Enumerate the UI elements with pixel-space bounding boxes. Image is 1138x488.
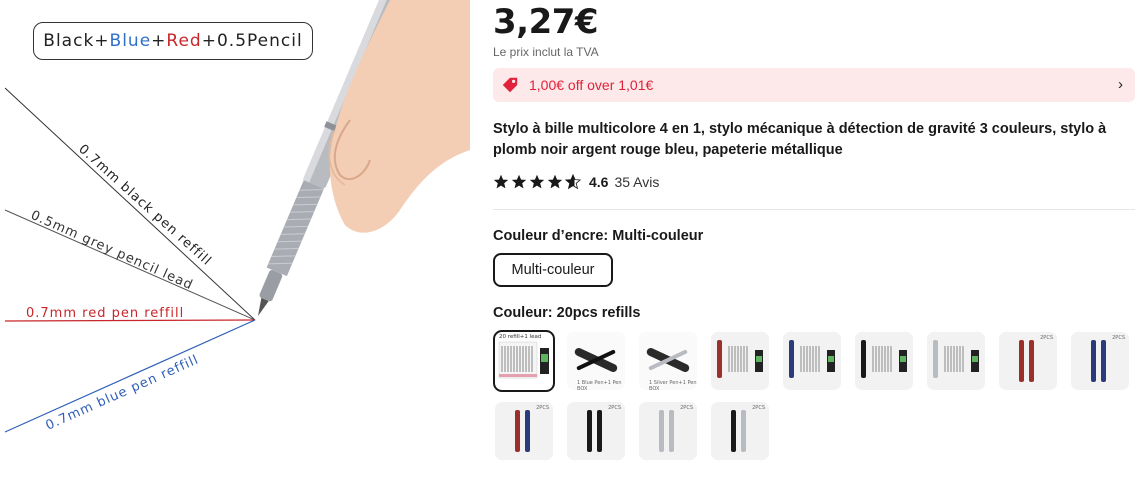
- variant-thumb-2pcs-blue[interactable]: 2PCS: [1071, 332, 1129, 390]
- review-count[interactable]: 35 Avis: [614, 174, 659, 190]
- badge-red: Red: [166, 31, 202, 51]
- ink-colors-badge: Black + Blue + Red +0.5Pencil: [33, 22, 313, 60]
- pen-illustration: 0.7mm black pen reffill 0.5mm grey penci…: [4, 0, 470, 434]
- thumb-caption: 1 Blue Pen+1 Pen BOX: [577, 380, 622, 390]
- star-rating: [493, 174, 581, 190]
- variant-thumb-red-refills[interactable]: [711, 332, 769, 390]
- badge-plus: +: [94, 31, 110, 51]
- tag-icon: [502, 77, 518, 93]
- badge-blue: Blue: [109, 31, 152, 51]
- thumb-caption: 2PCS: [536, 405, 549, 411]
- coupon-banner[interactable]: 1,00€ off over 1,01€ ›: [493, 68, 1135, 102]
- thumb-caption: 2PCS: [1112, 335, 1125, 341]
- callout-line-black: [4, 87, 256, 321]
- callout-blue-label: 0.7mm blue pen reffill: [44, 352, 202, 433]
- chevron-right-icon: ›: [1118, 76, 1123, 93]
- thumb-caption: 2PCS: [680, 405, 693, 411]
- product-title: Stylo à bille multicolore 4 en 1, stylo …: [493, 121, 1107, 158]
- product-main-image[interactable]: 0.7mm black pen reffill 0.5mm grey penci…: [0, 0, 470, 488]
- vat-note: Le prix inclut la TVA: [493, 45, 599, 59]
- divider: [493, 209, 1135, 210]
- star-icon: [511, 174, 527, 189]
- star-icon: [529, 174, 545, 189]
- variant-thumb-2pcs-silver[interactable]: 2PCS: [639, 402, 697, 460]
- variant-label: Couleur: 20pcs refills: [493, 305, 641, 321]
- variant-thumb-silver-box[interactable]: 1 Silver Pen+1 Pen BOX: [639, 332, 697, 390]
- variant-thumb-2pcs-red-blue[interactable]: 2PCS: [495, 402, 553, 460]
- variant-thumb-refills[interactable]: 20 refill+1 lead: [493, 330, 555, 392]
- ink-color-option-multi[interactable]: Multi-couleur: [493, 253, 613, 287]
- thumb-caption: 20 refill+1 lead: [499, 334, 542, 340]
- star-icon: [493, 174, 509, 189]
- variant-thumb-silver-refills[interactable]: [927, 332, 985, 390]
- star-half-icon: [565, 174, 581, 190]
- rating-value: 4.6: [589, 174, 609, 190]
- badge-pencil: +0.5Pencil: [201, 31, 303, 51]
- variant-thumb-2pcs-black[interactable]: 2PCS: [567, 402, 625, 460]
- variant-thumb-blue-refills[interactable]: [783, 332, 841, 390]
- thumb-caption: 2PCS: [608, 405, 621, 411]
- callout-red-label: 0.7mm red pen reffill: [26, 306, 184, 321]
- ink-color-label: Couleur d’encre: Multi-couleur: [493, 228, 704, 244]
- variant-thumb-black-refills[interactable]: [855, 332, 913, 390]
- thumb-caption: 1 Silver Pen+1 Pen BOX: [649, 380, 697, 390]
- thumb-caption: 2PCS: [752, 405, 765, 411]
- variant-thumb-2pcs-black-silver[interactable]: 2PCS: [711, 402, 769, 460]
- coupon-text: 1,00€ off over 1,01€: [529, 77, 654, 93]
- rating[interactable]: 4.6 35 Avis: [493, 174, 659, 190]
- star-icon: [547, 174, 563, 189]
- badge-black: Black: [43, 31, 95, 51]
- badge-plus: +: [151, 31, 167, 51]
- variant-thumbnails: 20 refill+1 lead 1 Blue Pen+1 Pen BOX 1 …: [493, 330, 1138, 460]
- variant-thumb-2pcs-red[interactable]: 2PCS: [999, 332, 1057, 390]
- variant-thumb-black-box[interactable]: 1 Blue Pen+1 Pen BOX: [567, 332, 625, 390]
- hand: [329, 0, 470, 233]
- callout-line-blue: [4, 319, 256, 433]
- price: 3,27€: [493, 2, 599, 42]
- thumb-caption: 2PCS: [1040, 335, 1053, 341]
